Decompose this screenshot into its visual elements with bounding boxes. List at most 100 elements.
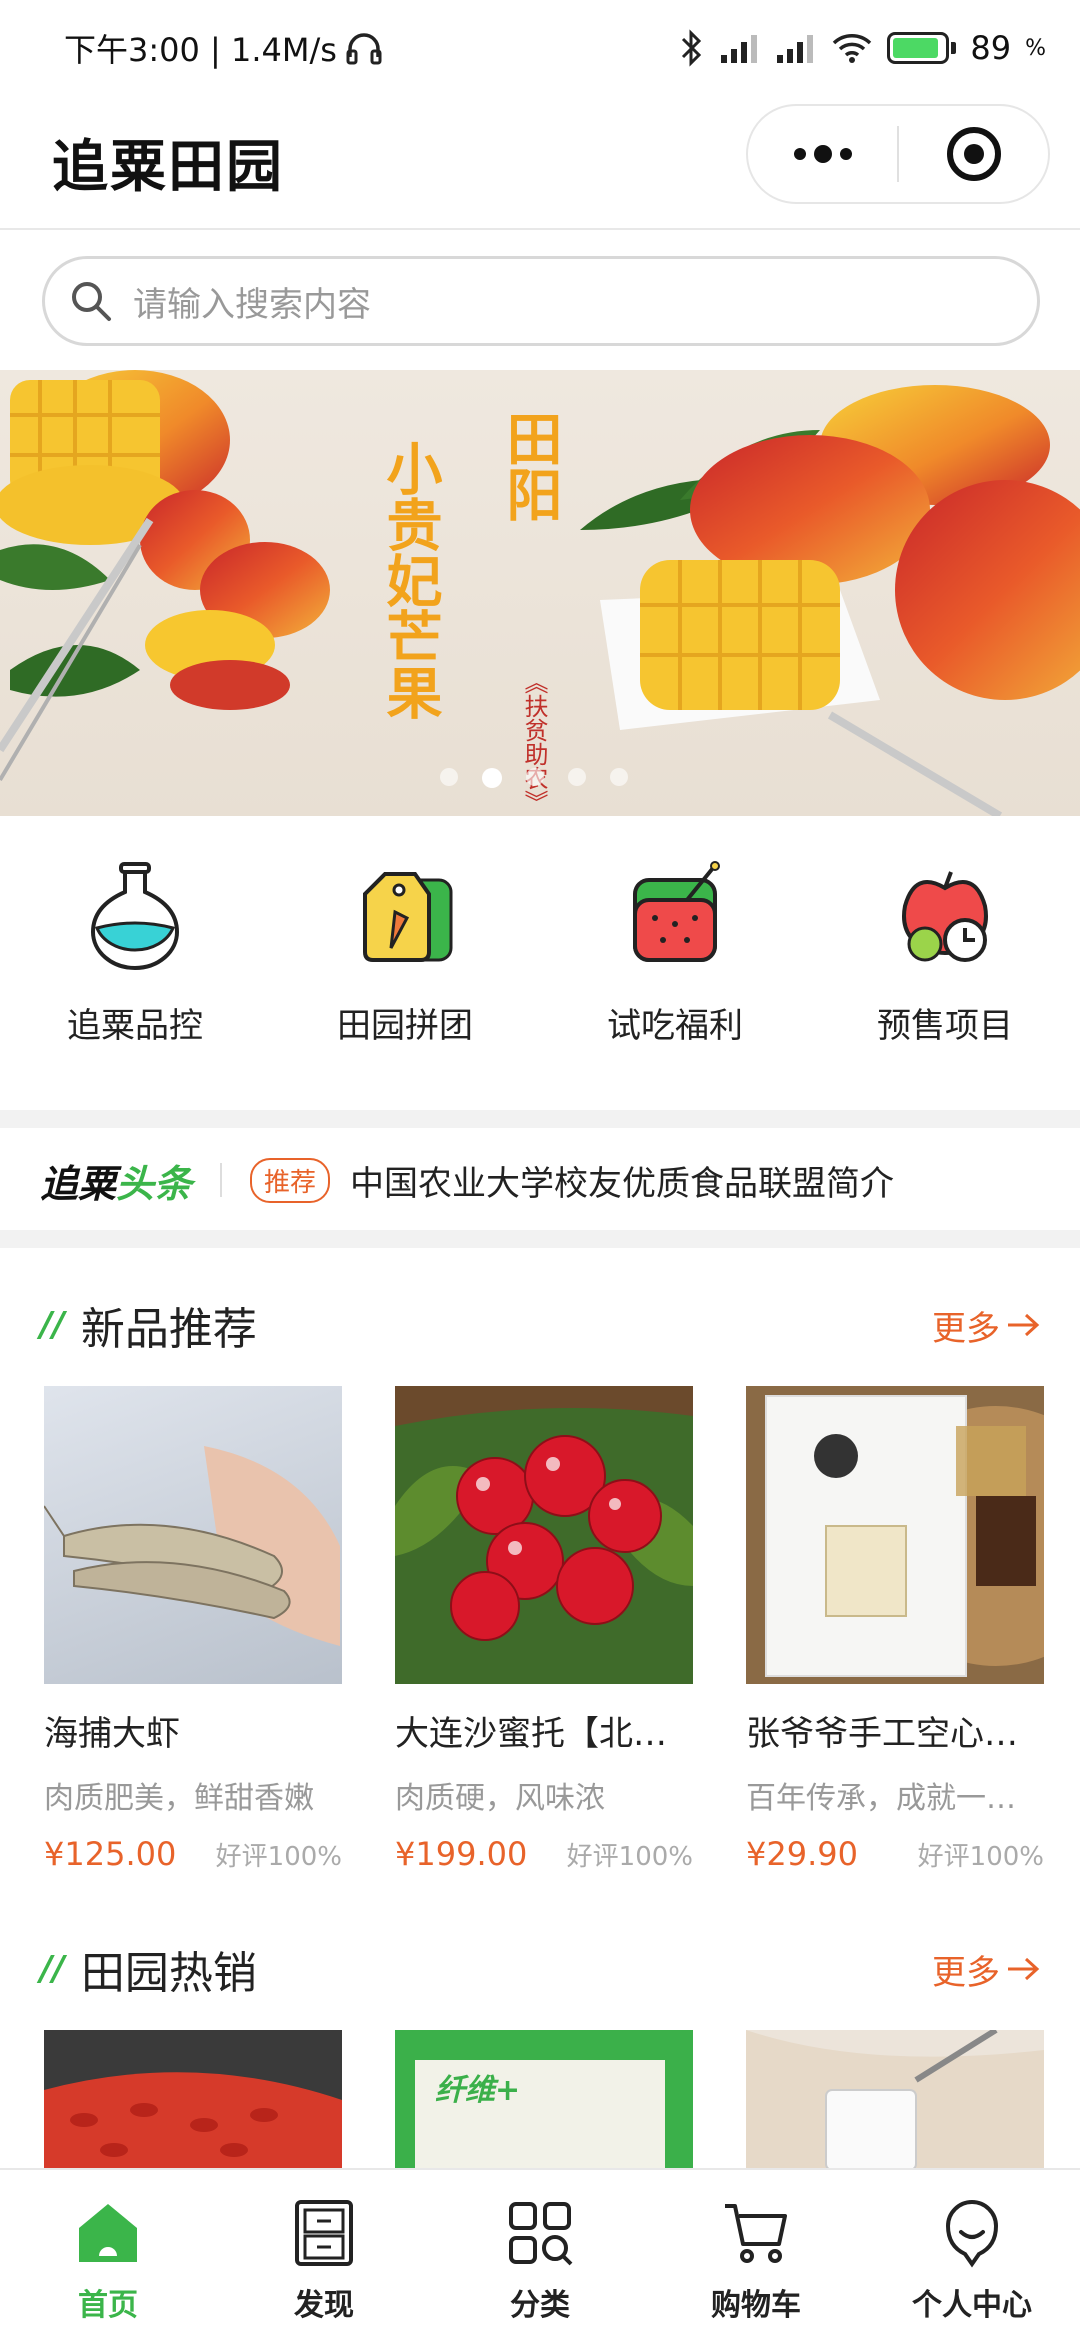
banner-dot[interactable] [526, 768, 544, 786]
section-header-new: // 新品推荐 更多 [40, 1290, 1040, 1360]
recommend-tag: 推荐 [250, 1157, 331, 1203]
product-desc: 百年传承，成就一碗好面 [746, 1781, 1044, 1816]
product-card[interactable]: 纤维+ [395, 2030, 693, 2170]
section-mark-icon: // [40, 1949, 65, 1989]
app-header: 追粟田园 [0, 96, 1080, 230]
product-row: 纤维+ [44, 2030, 1044, 2170]
noodle-box-image [746, 1386, 1044, 1684]
section-header-hot: // 田园热销 更多 [40, 1934, 1040, 2004]
tab-label: 个人中心 [912, 2288, 1032, 2323]
wifi-icon [833, 34, 872, 63]
close-miniprogram-button[interactable] [899, 106, 1048, 202]
more-button[interactable] [748, 106, 897, 202]
cabinet-icon [295, 2200, 353, 2266]
quick-label: 预售项目 [877, 1006, 1013, 1046]
news-logo: 追粟头条 [40, 1160, 193, 1206]
more-dots-icon [793, 145, 852, 163]
quick-item-free-trial[interactable]: 试吃福利 [540, 860, 810, 1090]
quick-label: 试吃福利 [607, 1006, 743, 1046]
tab-cart[interactable]: 购物车 [648, 2170, 864, 2340]
signal-icon [721, 35, 758, 63]
product-desc: 肉质硬，风味浓 [395, 1781, 605, 1816]
flask-icon [90, 862, 180, 970]
divider [0, 1110, 1080, 1128]
carrot-tag-icon [363, 872, 453, 962]
banner-dot-active[interactable] [482, 768, 502, 788]
section-title: 田园热销 [80, 1948, 257, 1999]
banner-main-text: 小贵妃芒果 [377, 440, 443, 720]
arrow-right-icon [1008, 1957, 1040, 1981]
quick-item-quality-control[interactable]: 追粟品控 [0, 860, 270, 1090]
category-icon [509, 2202, 573, 2266]
signal-icon-2 [777, 35, 814, 63]
apple-clock-icon [902, 871, 988, 962]
product-card[interactable] [44, 2030, 342, 2170]
bottom-tab-bar: 首页 发现 分类 购物车 个人中心 [0, 2168, 1080, 2340]
cart-icon [725, 2204, 787, 2263]
product-desc: 肉质肥美，鲜甜香嫩 [44, 1781, 314, 1816]
shrimp-image [44, 1386, 342, 1684]
news-ticker[interactable]: 追粟头条 推荐 中国农业大学校友优质食品联盟简介 [0, 1130, 1080, 1230]
goji-image [44, 2030, 342, 2170]
search-input[interactable]: 请输入搜索内容 [42, 256, 1040, 346]
battery-percent: 89 [970, 29, 1012, 67]
tab-label: 发现 [294, 2288, 354, 2323]
more-link[interactable]: 更多 [932, 1945, 1040, 1994]
milk-image [746, 2030, 1044, 2170]
search-icon [72, 282, 111, 321]
cherry-image [395, 1386, 693, 1684]
tab-home[interactable]: 首页 [0, 2170, 216, 2340]
product-card[interactable]: 张爷爷手工空心挂面 百年传承，成就一碗好面 ¥29.90 好评100% [746, 1386, 1044, 1873]
banner-dot[interactable] [440, 768, 458, 786]
section-title: 新品推荐 [80, 1304, 257, 1355]
product-name: 海捕大虾 [44, 1714, 180, 1754]
quick-item-group-buy[interactable]: 田园拼团 [270, 860, 540, 1090]
product-rating: 好评100% [566, 1842, 693, 1872]
fiber-box-text: 纤维+ [435, 2073, 520, 2108]
bluetooth-icon [682, 29, 702, 67]
watermelon-icon [633, 861, 720, 962]
quick-menu: 追粟品控 田园拼团 试吃福利 预售项目 [0, 860, 1080, 1090]
product-card[interactable] [746, 2030, 1044, 2170]
status-bar: 下午3:00 | 1.4M/s 89% [0, 0, 1080, 96]
banner-illustration: 小贵妃芒果 田阳 《扶贫助农》 [0, 370, 1080, 816]
banner-side-text: 田阳 [497, 410, 563, 522]
battery-icon [887, 32, 957, 64]
headphones-icon [346, 33, 382, 65]
news-headline[interactable]: 中国农业大学校友优质食品联盟简介 [350, 1156, 894, 1205]
tab-discover[interactable]: 发现 [216, 2170, 432, 2340]
quick-item-presale[interactable]: 预售项目 [810, 860, 1080, 1090]
product-card[interactable]: 海捕大虾 肉质肥美，鲜甜香嫩 ¥125.00 好评100% [44, 1386, 342, 1873]
quick-label: 追粟品控 [67, 1006, 203, 1046]
arrow-right-icon [1008, 1313, 1040, 1337]
tab-label: 分类 [510, 2288, 570, 2323]
mini-program-capsule [746, 104, 1050, 204]
promo-banner[interactable]: 小贵妃芒果 田阳 《扶贫助农》 [0, 370, 1080, 816]
tab-profile[interactable]: 个人中心 [864, 2170, 1080, 2340]
product-price: ¥199.00 [395, 1835, 528, 1873]
tab-label: 购物车 [711, 2288, 801, 2323]
page-title: 追粟田园 [52, 134, 284, 200]
product-card[interactable]: 大连沙蜜托【北京现货 肉质硬，风味浓 ¥199.00 好评100% [395, 1386, 693, 1873]
section-mark-icon: // [40, 1305, 65, 1345]
tab-label: 首页 [78, 2288, 138, 2323]
banner-dot[interactable] [610, 768, 628, 786]
product-rating: 好评100% [917, 1842, 1044, 1872]
banner-dot[interactable] [568, 768, 586, 786]
quick-label: 田园拼团 [337, 1006, 473, 1046]
banner-pagination[interactable] [440, 768, 628, 788]
fiber-box-image: 纤维+ [395, 2030, 693, 2170]
product-name: 大连沙蜜托【北京现货 [395, 1714, 693, 1754]
more-link[interactable]: 更多 [932, 1301, 1040, 1350]
banner-slogan: 《扶贫助农》 [520, 670, 548, 814]
user-icon [945, 2199, 999, 2268]
target-icon [946, 127, 1001, 181]
search-placeholder: 请输入搜索内容 [133, 284, 371, 325]
status-time: 下午3:00 | 1.4M/s [64, 31, 337, 69]
home-icon [79, 2204, 137, 2262]
product-price: ¥125.00 [44, 1835, 177, 1873]
product-price: ¥29.90 [746, 1835, 858, 1873]
product-name: 张爷爷手工空心挂面 [746, 1714, 1044, 1754]
product-rating: 好评100% [215, 1842, 342, 1872]
tab-category[interactable]: 分类 [432, 2170, 648, 2340]
